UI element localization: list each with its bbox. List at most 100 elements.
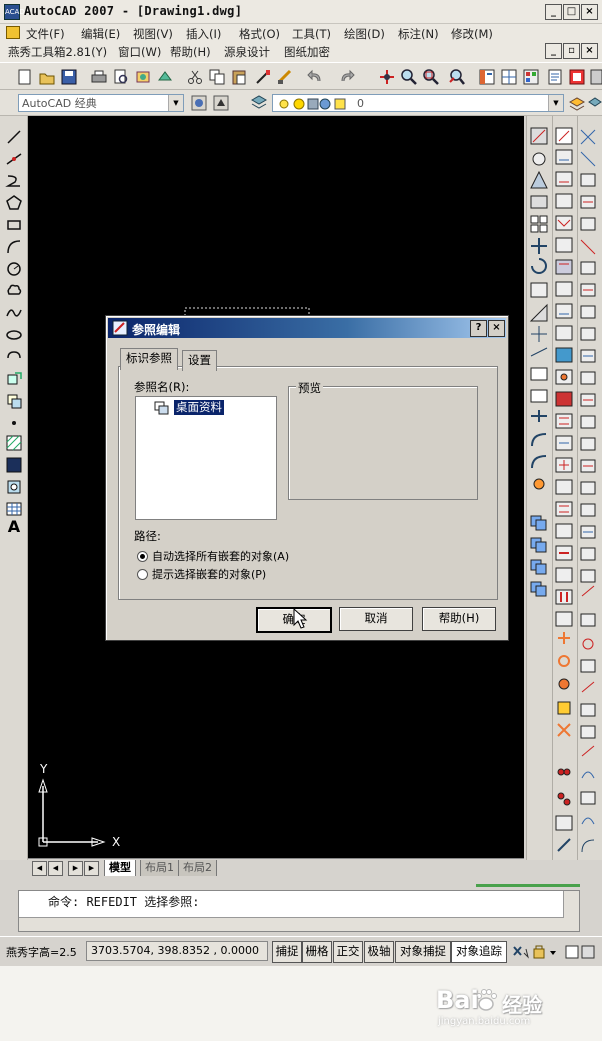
- maximize-button[interactable]: □: [563, 4, 580, 20]
- design-center-icon[interactable]: [500, 68, 518, 86]
- dialog-close-button[interactable]: ×: [488, 320, 505, 337]
- polyline-icon[interactable]: [5, 172, 23, 190]
- sheet-set-icon[interactable]: [546, 68, 564, 86]
- layer-previous-icon[interactable]: [588, 94, 602, 112]
- point-icon[interactable]: [5, 414, 23, 432]
- text-height-readout: 燕秀字高=2.5: [6, 946, 77, 959]
- menu-yanxiu[interactable]: 燕秀工具箱2.81(Y): [8, 44, 107, 60]
- command-scrollbar[interactable]: [563, 891, 579, 931]
- menu-encrypt[interactable]: 图纸加密: [284, 44, 330, 60]
- minimize-button[interactable]: _: [545, 4, 562, 20]
- radio-auto-select[interactable]: [137, 551, 148, 562]
- markup-icon[interactable]: [568, 68, 586, 86]
- menu-dimension[interactable]: 标注(N): [398, 26, 439, 42]
- help-button[interactable]: 帮助(H): [422, 607, 496, 631]
- plot-preview-icon[interactable]: [112, 68, 130, 86]
- close-button[interactable]: ×: [581, 4, 598, 20]
- zoom-window-icon[interactable]: [422, 68, 440, 86]
- prev-tab-icon[interactable]: ◀: [48, 861, 63, 876]
- next-tab-icon[interactable]: ▶: [68, 861, 83, 876]
- zoom-previous-icon[interactable]: [448, 68, 466, 86]
- make-block-icon[interactable]: [5, 392, 23, 410]
- spline-icon[interactable]: [5, 304, 23, 322]
- publish-icon[interactable]: [134, 68, 152, 86]
- radio-auto-label: 自动选择所有嵌套的对象(A): [152, 550, 290, 563]
- menu-format[interactable]: 格式(O): [239, 26, 280, 42]
- open-icon[interactable]: [38, 68, 56, 86]
- region-icon[interactable]: [5, 478, 23, 496]
- revision-cloud-icon[interactable]: [5, 282, 23, 300]
- workspace-settings-icon[interactable]: [190, 94, 208, 112]
- layer-manager-icon[interactable]: [250, 94, 268, 112]
- menu-window[interactable]: 窗口(W): [118, 44, 161, 60]
- tab-layout1[interactable]: 布局1: [140, 860, 179, 877]
- redo-icon[interactable]: [338, 68, 356, 86]
- make-object-layer-current-icon[interactable]: [568, 94, 586, 112]
- menu-file[interactable]: 文件(F): [26, 26, 65, 42]
- block-editor-icon[interactable]: [276, 68, 294, 86]
- tool-palettes-icon[interactable]: [522, 68, 540, 86]
- doc-minimize-button[interactable]: _: [545, 43, 562, 59]
- circle-icon[interactable]: [5, 260, 23, 278]
- cut-icon[interactable]: [186, 68, 204, 86]
- reference-list[interactable]: 桌面资料: [135, 396, 277, 520]
- multiline-text-icon[interactable]: A: [5, 518, 23, 536]
- menu-draw[interactable]: 绘图(D): [344, 26, 385, 42]
- osnap-button[interactable]: 对象捕捉: [395, 941, 451, 963]
- insert-block-icon[interactable]: [5, 370, 23, 388]
- menu-help[interactable]: 帮助(H): [170, 44, 211, 60]
- construction-line-icon[interactable]: [5, 150, 23, 168]
- tab-identify-reference[interactable]: 标识参照: [120, 348, 178, 370]
- ellipse-icon[interactable]: [5, 326, 23, 344]
- doc-close-button[interactable]: ×: [581, 43, 598, 59]
- grid-button[interactable]: 栅格: [302, 941, 332, 963]
- otrack-button[interactable]: 对象追踪: [451, 941, 507, 963]
- watermark-brand: Bai: [436, 986, 479, 1014]
- print-icon[interactable]: [90, 68, 108, 86]
- snap-button[interactable]: 捕捉: [272, 941, 302, 963]
- copy-icon[interactable]: [208, 68, 226, 86]
- workspace-dropdown[interactable]: AutoCAD 经典 ▼: [18, 94, 184, 112]
- zoom-realtime-icon[interactable]: [400, 68, 418, 86]
- menu-tools[interactable]: 工具(T): [292, 26, 331, 42]
- tab-model[interactable]: 模型: [104, 860, 136, 877]
- polygon-icon[interactable]: [5, 194, 23, 212]
- menu-yuanquan[interactable]: 源泉设计: [224, 44, 270, 60]
- calculator-icon[interactable]: [590, 68, 602, 86]
- new-icon[interactable]: [16, 68, 34, 86]
- ortho-button[interactable]: 正交: [333, 941, 363, 963]
- properties-icon[interactable]: [478, 68, 496, 86]
- hatch-icon[interactable]: [5, 434, 23, 452]
- my-workspace-icon[interactable]: [212, 94, 230, 112]
- menu-insert[interactable]: 插入(I): [186, 26, 221, 42]
- command-hscrollbar[interactable]: [19, 917, 564, 931]
- cancel-button[interactable]: 取消: [339, 607, 413, 631]
- pan-icon[interactable]: [378, 68, 396, 86]
- dialog-help-button[interactable]: ?: [470, 320, 487, 337]
- menu-view[interactable]: 视图(V): [133, 26, 173, 42]
- layer-dropdown[interactable]: 0 ▼: [272, 94, 564, 112]
- line-icon[interactable]: [5, 128, 23, 146]
- menu-edit[interactable]: 编辑(E): [81, 26, 120, 42]
- menu-modify[interactable]: 修改(M): [451, 26, 493, 42]
- last-tab-icon[interactable]: ▶: [84, 861, 99, 876]
- radio-prompt-select[interactable]: [137, 569, 148, 580]
- chevron-down-icon: ▼: [548, 95, 563, 111]
- doc-restore-button[interactable]: ▫: [563, 43, 580, 59]
- paste-icon[interactable]: [230, 68, 248, 86]
- ellipse-arc-icon[interactable]: [5, 348, 23, 366]
- first-tab-icon[interactable]: ◀: [32, 861, 47, 876]
- match-properties-icon[interactable]: [254, 68, 272, 86]
- gradient-icon[interactable]: [5, 456, 23, 474]
- table-icon[interactable]: [5, 500, 23, 518]
- tab-layout2[interactable]: 布局2: [178, 860, 217, 877]
- polar-button[interactable]: 极轴: [364, 941, 394, 963]
- tab-settings[interactable]: 设置: [182, 350, 217, 371]
- save-icon[interactable]: [60, 68, 78, 86]
- undo-icon[interactable]: [306, 68, 324, 86]
- arc-icon[interactable]: [5, 238, 23, 256]
- rectangle-icon[interactable]: [5, 216, 23, 234]
- 3dwf-icon[interactable]: [156, 68, 174, 86]
- status-tray-icons[interactable]: [512, 943, 598, 961]
- right-toolbar-icons[interactable]: [526, 116, 602, 860]
